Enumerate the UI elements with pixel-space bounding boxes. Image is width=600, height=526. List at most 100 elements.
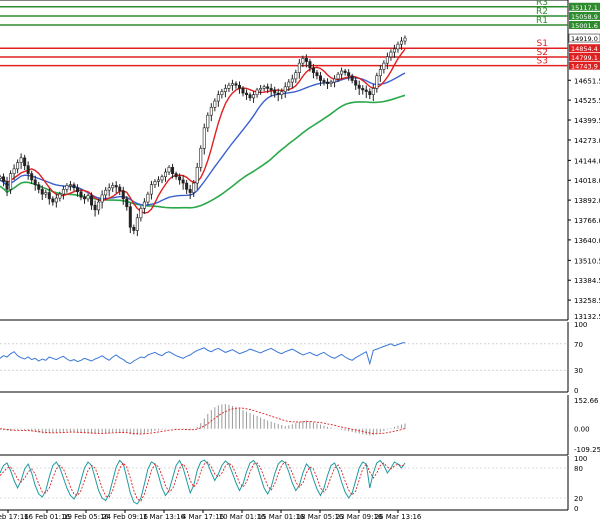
candle-body — [230, 83, 234, 86]
candle-body — [0, 176, 2, 179]
price-tick-label: 14144.0 — [574, 157, 600, 165]
rsi-tick-label: 30 — [574, 367, 583, 375]
candle-body — [259, 88, 263, 91]
candle-body — [16, 162, 20, 170]
candle-body — [2, 176, 6, 182]
candle-body — [192, 182, 196, 193]
candle-body — [118, 186, 122, 192]
price-tick-label: 13384.5 — [574, 277, 600, 285]
price-tick-label: 14018.0 — [574, 177, 600, 185]
candle-body — [389, 51, 393, 58]
candle-body — [195, 166, 199, 184]
candle-body — [287, 81, 291, 88]
candle-body — [44, 192, 48, 195]
candle-body — [248, 94, 252, 99]
candle-body — [47, 192, 51, 200]
rsi-tick-label: 100 — [574, 321, 587, 329]
candle-body — [354, 80, 358, 86]
candle-body — [294, 72, 298, 80]
candle-body — [336, 73, 340, 80]
rsi-tick-label: 70 — [574, 341, 583, 349]
candle-body — [290, 78, 294, 83]
candle-body — [262, 86, 266, 89]
chart-canvas: 13258.5 13384.5 13510.5 13640.0 13766.0 13892… — [0, 0, 600, 522]
candle-body — [378, 69, 382, 77]
stoch-tick-label: 20 — [574, 495, 583, 503]
level-price-label: 15058.9 — [571, 13, 598, 21]
price-tick-label: 13258.5 — [574, 297, 600, 305]
candle-body — [12, 168, 16, 174]
candle-body — [213, 100, 217, 108]
current-price-label: 14919.0 — [571, 35, 598, 43]
candle-body — [167, 166, 171, 173]
candle-body — [188, 189, 192, 193]
candle-body — [199, 148, 203, 168]
candle-body — [318, 75, 322, 81]
candle-body — [326, 81, 330, 84]
level-price-label: 15117.1 — [571, 4, 598, 12]
candle-body — [343, 70, 347, 73]
time-tick-label: 26 Mar 13:16 — [375, 513, 422, 521]
candle-body — [364, 89, 368, 92]
candle-body — [128, 206, 132, 228]
candle-body — [382, 62, 386, 70]
price-tick-label: 13766.0 — [574, 217, 600, 225]
candle-body — [273, 89, 277, 94]
candle-body — [111, 185, 115, 189]
candle-body — [269, 88, 273, 91]
time-tick-label: 24 Feb 09:16 — [102, 513, 148, 521]
candle-body — [403, 37, 407, 42]
candle-body — [107, 187, 111, 191]
candle-body — [185, 182, 189, 190]
candle-body — [72, 184, 76, 189]
candle-body — [164, 171, 168, 178]
price-tick-label: 13510.5 — [574, 257, 600, 265]
candle-body — [266, 86, 270, 89]
candle-body — [40, 189, 44, 195]
candle-body — [252, 94, 256, 99]
candle-body — [297, 62, 301, 73]
candle-body — [54, 197, 58, 203]
candle-body — [83, 196, 87, 200]
candle-body — [156, 179, 160, 182]
candle-body — [9, 173, 13, 190]
candle-body — [26, 165, 30, 174]
candle-body — [125, 198, 129, 208]
candle-body — [93, 204, 97, 211]
candle-body — [227, 84, 231, 89]
level-price-label: 14854.4 — [571, 45, 598, 53]
candle-body — [37, 184, 41, 190]
candle-body — [280, 91, 284, 95]
candle-body — [100, 194, 104, 203]
candle-body — [396, 43, 400, 50]
candle-body — [241, 88, 245, 94]
candle-body — [86, 195, 90, 200]
candle-body — [315, 72, 319, 77]
candle-body — [206, 114, 210, 129]
macd-tick-label: 152.66 — [574, 397, 599, 405]
candle-body — [61, 189, 65, 195]
level-price-label: 14743.9 — [571, 63, 598, 71]
price-tick-label: 13132.5 — [574, 313, 600, 321]
level-name-r1: R1 — [536, 16, 548, 26]
candle-body — [329, 81, 333, 84]
price-tick-label: 14399.5 — [574, 117, 600, 125]
level-price-label: 15001.6 — [571, 22, 598, 30]
price-tick-label: 14651.5 — [574, 77, 600, 85]
candle-body — [311, 67, 315, 73]
candle-body — [361, 88, 365, 91]
candle-body — [245, 92, 249, 95]
candle-body — [75, 187, 79, 193]
candle-body — [375, 75, 379, 89]
candle-body — [357, 84, 361, 89]
candle-body — [19, 157, 23, 163]
level-price-label: 14799.1 — [571, 54, 598, 62]
macd-tick-label: 0.00 — [574, 426, 590, 434]
candle-body — [171, 166, 175, 174]
candle-body — [308, 61, 312, 69]
candle-body — [58, 193, 62, 199]
candle-body — [114, 185, 118, 188]
rsi-tick-label: 0 — [574, 387, 578, 395]
candle-body — [51, 198, 55, 203]
candle-body — [90, 195, 94, 206]
